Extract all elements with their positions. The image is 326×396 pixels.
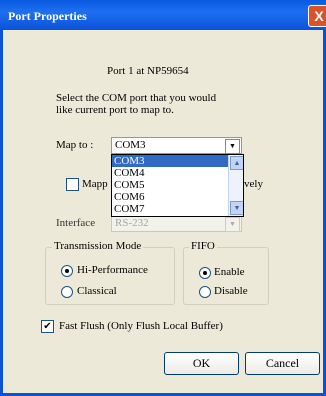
mapping-label-left: Mapp bbox=[82, 178, 108, 190]
fast-flush-checkbox[interactable]: ✔ bbox=[41, 320, 54, 333]
interface-label: Interface bbox=[56, 217, 96, 229]
window-frame-left bbox=[0, 30, 3, 396]
ok-button[interactable]: OK bbox=[164, 352, 239, 375]
checkmark-icon: ✔ bbox=[43, 321, 52, 332]
close-button[interactable]: X bbox=[308, 5, 326, 27]
fifo-disable-radio[interactable] bbox=[199, 286, 211, 298]
dropdown-option[interactable]: COM3 bbox=[112, 155, 243, 167]
interface-value: RS-232 bbox=[115, 217, 149, 229]
fifo-enable-label: Enable bbox=[214, 266, 245, 278]
chevron-down-icon[interactable]: ▼ bbox=[225, 217, 240, 232]
instruction-line-1: Select the COM port that you would bbox=[56, 92, 217, 104]
map-to-dropdown-list[interactable]: COM3 COM4 COM5 COM6 COM7 ▲ ▼ bbox=[111, 154, 244, 217]
scroll-up-icon[interactable]: ▲ bbox=[230, 156, 243, 170]
cancel-button[interactable]: Cancel bbox=[245, 352, 320, 375]
classical-label: Classical bbox=[77, 285, 117, 297]
port-info-text: Port 1 at NP59654 bbox=[107, 65, 189, 77]
fast-flush-label: Fast Flush (Only Flush Local Buffer) bbox=[59, 320, 223, 332]
fifo-disable-label: Disable bbox=[214, 285, 248, 297]
map-to-label: Map to : bbox=[56, 139, 94, 151]
hi-performance-label: Hi-Performance bbox=[77, 264, 148, 276]
fifo-enable-radio[interactable] bbox=[199, 267, 211, 279]
window-title: Port Properties bbox=[8, 9, 87, 23]
mapping-label-right: vely bbox=[244, 178, 263, 190]
transmission-mode-label: Transmission Mode bbox=[52, 240, 144, 252]
fifo-label: FIFO bbox=[189, 240, 217, 252]
dropdown-option[interactable]: COM4 bbox=[112, 167, 243, 179]
close-icon: X bbox=[314, 8, 324, 24]
title-bar[interactable]: Port Properties X bbox=[0, 0, 326, 30]
scroll-down-icon[interactable]: ▼ bbox=[230, 201, 243, 215]
mapping-checkbox[interactable] bbox=[66, 178, 79, 191]
map-to-value: COM3 bbox=[115, 139, 146, 151]
interface-combobox[interactable]: RS-232 ▼ bbox=[111, 215, 242, 232]
dropdown-option[interactable]: COM5 bbox=[112, 179, 243, 191]
chevron-down-icon[interactable]: ▼ bbox=[225, 139, 240, 154]
dropdown-option[interactable]: COM6 bbox=[112, 191, 243, 203]
hi-performance-radio[interactable] bbox=[61, 265, 73, 277]
dropdown-scrollbar[interactable]: ▲ ▼ bbox=[228, 155, 243, 216]
map-to-combobox[interactable]: COM3 ▼ bbox=[111, 137, 242, 154]
classical-radio[interactable] bbox=[61, 286, 73, 298]
dropdown-option[interactable]: COM7 bbox=[112, 203, 243, 215]
instruction-line-2: like current port to map to. bbox=[56, 104, 174, 116]
